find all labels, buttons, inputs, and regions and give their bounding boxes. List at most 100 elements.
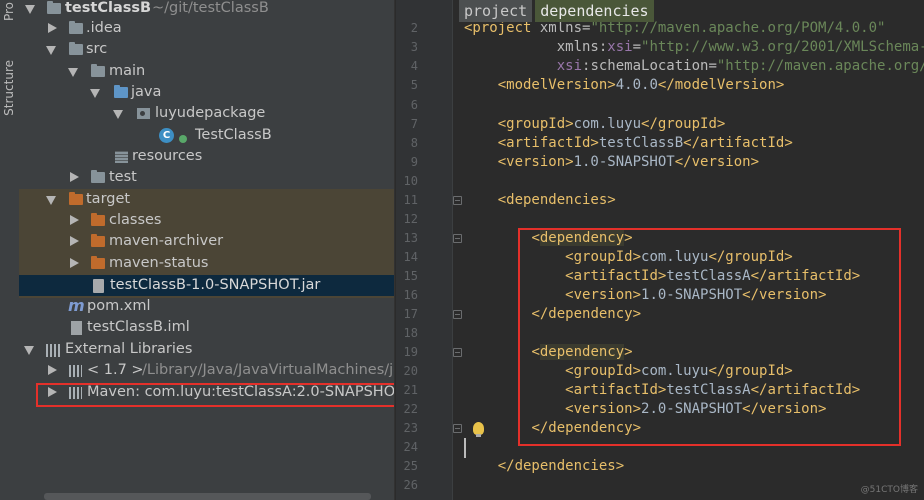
tree-label: maven-archiver xyxy=(109,233,224,249)
collapse-arrow-icon[interactable] xyxy=(48,23,57,33)
code-line-25: </dependencies> xyxy=(464,457,624,476)
tree-item-test[interactable]: test xyxy=(19,167,394,188)
tree-item-java[interactable]: java xyxy=(19,82,394,103)
tree-label: External Libraries xyxy=(65,341,193,357)
line-number: 7 xyxy=(410,117,418,131)
code-line-4: xsi:schemaLocation="http://maven.apache.… xyxy=(464,57,924,76)
watermark: @51CTO博客 xyxy=(860,485,918,495)
module-folder-icon xyxy=(47,1,61,14)
string-token: "http://maven.apache.org/POM/4.0.0" xyxy=(590,20,886,36)
tree-label: target xyxy=(86,191,131,207)
line-number: 19 xyxy=(403,345,418,359)
text-token: 1.0-SNAPSHOT xyxy=(573,154,675,170)
breadcrumb-project[interactable]: project xyxy=(459,0,533,22)
tree-item-root[interactable]: testClassB ~/git/testClassB xyxy=(19,0,394,19)
code-editor[interactable]: 2 3 4 5 6 7 8 9 10 11 12 13 14 15 16 17 … xyxy=(396,0,924,500)
tag-token: <version> xyxy=(497,154,574,170)
line-number: 26 xyxy=(403,478,418,492)
tree-item-jdk[interactable]: < 1.7 > /Library/Java/JavaVirtualMachine… xyxy=(19,360,394,381)
tree-item-jar[interactable]: testClassB-1.0-SNAPSHOT.jar xyxy=(19,275,394,296)
tree-item-resources[interactable]: resources xyxy=(19,146,394,167)
excluded-folder-icon xyxy=(69,192,83,205)
tree-item-external-libraries[interactable]: External Libraries xyxy=(19,339,394,360)
string-token: "http://www.w3.org/2001/XMLSchema-instan… xyxy=(641,39,924,55)
tree-item-class[interactable]: C TestClassB xyxy=(19,125,394,146)
fold-marker-icon[interactable] xyxy=(453,348,462,357)
fold-marker-icon[interactable] xyxy=(453,310,462,319)
collapse-arrow-icon[interactable] xyxy=(48,365,57,375)
jdk-icon xyxy=(69,365,82,377)
line-number: 8 xyxy=(410,136,418,150)
tree-label: main xyxy=(109,63,146,79)
tag-token: </artifactId> xyxy=(683,135,793,151)
folder-icon xyxy=(91,213,105,226)
line-number: 23 xyxy=(403,421,418,435)
tree-label: luyudepackage xyxy=(155,105,266,121)
line-number: 25 xyxy=(403,459,418,473)
horizontal-scrollbar[interactable] xyxy=(44,493,371,500)
tree-item-target[interactable]: target xyxy=(19,189,394,210)
tree-item-package[interactable]: luyudepackage xyxy=(19,103,394,124)
tree-label: maven-status xyxy=(109,255,209,271)
code-line-5: <modelVersion>4.0.0</modelVersion> xyxy=(464,76,785,95)
ns-token: xsi xyxy=(556,58,583,74)
line-number: 18 xyxy=(403,326,418,340)
project-panel: testClassB ~/git/testClassB .idea src ma… xyxy=(19,0,394,500)
collapse-arrow-icon[interactable] xyxy=(70,236,79,246)
resources-folder-icon xyxy=(115,151,128,163)
tag-token: </version> xyxy=(674,154,760,170)
tree-item-classes[interactable]: classes xyxy=(19,210,394,231)
breadcrumb-dependencies[interactable]: dependencies xyxy=(535,0,654,22)
package-icon xyxy=(137,108,150,119)
tree-item-src[interactable]: src xyxy=(19,39,394,60)
line-number: 4 xyxy=(410,59,418,73)
maven-file-icon: m xyxy=(68,296,85,315)
folder-icon xyxy=(69,21,83,34)
tree-item-main[interactable]: main xyxy=(19,61,394,82)
tag-token: </groupId> xyxy=(641,116,726,132)
java-class-icon: C xyxy=(159,128,174,143)
fold-marker-icon[interactable] xyxy=(453,424,462,433)
attr-token: xmlns: xyxy=(556,39,608,55)
tree-label: pom.xml xyxy=(87,298,151,314)
fold-marker-icon[interactable] xyxy=(453,196,462,205)
expand-arrow-icon[interactable] xyxy=(90,89,100,98)
collapse-arrow-icon[interactable] xyxy=(70,258,79,268)
tree-item-maven-status[interactable]: maven-status xyxy=(19,253,394,274)
expand-arrow-icon[interactable] xyxy=(25,5,35,14)
tree-item-pom[interactable]: m pom.xml xyxy=(19,296,394,317)
collapse-arrow-icon[interactable] xyxy=(70,172,79,182)
project-tool-tab[interactable]: Pro xyxy=(2,2,16,21)
expand-arrow-icon[interactable] xyxy=(113,110,123,119)
tree-item-iml[interactable]: testClassB.iml xyxy=(19,317,394,338)
structure-tool-tab[interactable]: Structure xyxy=(2,60,16,116)
text-token: testClassB xyxy=(598,135,684,151)
lightbulb-icon[interactable] xyxy=(473,422,484,437)
expand-arrow-icon[interactable] xyxy=(46,196,56,205)
tree-item-idea[interactable]: .idea xyxy=(19,18,394,39)
text-token: com.luyu xyxy=(573,116,642,132)
root-path: ~/git/testClassB xyxy=(152,0,269,16)
tree-label: TestClassB xyxy=(195,127,272,143)
tree-label: testClassB-1.0-SNAPSHOT.jar xyxy=(110,277,321,293)
line-number: 22 xyxy=(403,402,418,416)
expand-arrow-icon[interactable] xyxy=(68,68,78,77)
fold-marker-icon[interactable] xyxy=(453,234,462,243)
code-line-9: <version>1.0-SNAPSHOT</version> xyxy=(464,153,759,172)
tool-window-strip: Pro Structure xyxy=(0,0,20,500)
text-token: 4.0.0 xyxy=(615,77,658,93)
line-number: 17 xyxy=(403,307,418,321)
code-line-8: <artifactId>testClassB</artifactId> xyxy=(464,134,793,153)
tree-label: < 1.7 > xyxy=(87,362,144,378)
line-number: 9 xyxy=(410,155,418,169)
tree-item-maven-archiver[interactable]: maven-archiver xyxy=(19,231,394,252)
folder-icon xyxy=(91,170,105,183)
attr-token: = xyxy=(632,39,642,55)
attr-token: xmlns= xyxy=(539,20,591,36)
collapse-arrow-icon[interactable] xyxy=(70,215,79,225)
folder-icon xyxy=(91,64,105,77)
expand-arrow-icon[interactable] xyxy=(46,46,56,55)
expand-arrow-icon[interactable] xyxy=(24,346,34,355)
class-badge-icon xyxy=(179,135,187,143)
string-token: "http://maven.apache.org/POM/4.0.0" xyxy=(716,58,924,74)
